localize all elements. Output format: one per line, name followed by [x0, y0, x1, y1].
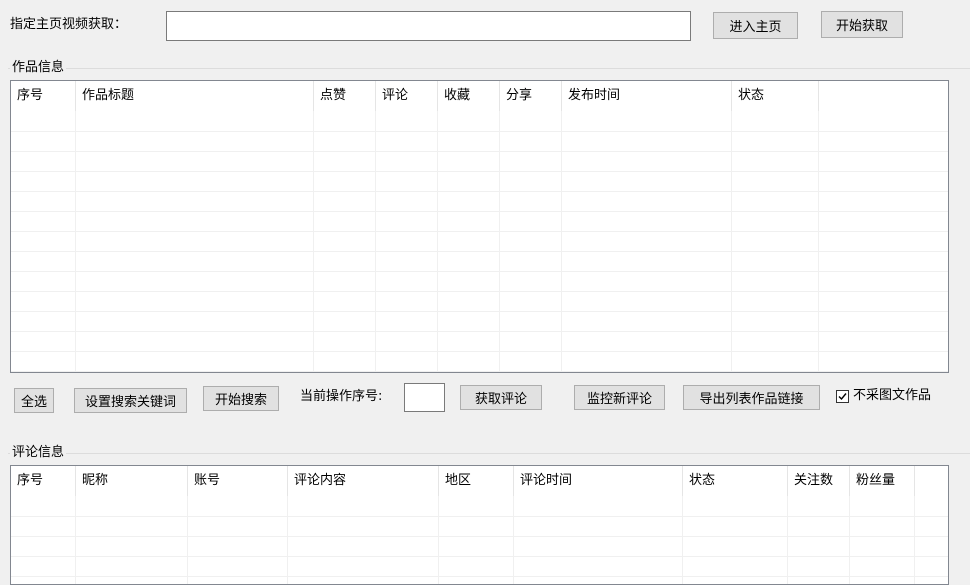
grid-column-line	[287, 496, 288, 584]
works-col-title[interactable]: 作品标题	[76, 81, 314, 111]
grid-row-line	[11, 351, 948, 352]
works-col-favorites[interactable]: 收藏	[438, 81, 500, 111]
grid-column-line	[513, 496, 514, 584]
works-col-shares[interactable]: 分享	[500, 81, 562, 111]
works-list-header: 序号 作品标题 点赞 评论 收藏 分享 发布时间 状态	[11, 81, 948, 111]
select-all-button[interactable]: 全选	[14, 388, 54, 413]
comments-group-frame	[8, 453, 970, 454]
skip-image-posts-checkbox[interactable]: 不采图文作品	[836, 388, 931, 404]
export-links-button[interactable]: 导出列表作品链接	[683, 385, 820, 410]
checkbox-check-icon[interactable]	[836, 389, 849, 403]
comments-col-nickname[interactable]: 昵称	[76, 466, 188, 496]
fetch-comments-button[interactable]: 获取评论	[460, 385, 542, 410]
comments-list-header: 序号 昵称 账号 评论内容 地区 评论时间 状态 关注数 粉丝量	[11, 466, 948, 496]
homepage-url-input[interactable]	[166, 11, 691, 41]
works-group-frame	[8, 68, 970, 69]
grid-column-line	[438, 496, 439, 584]
comments-group-title: 评论信息	[10, 445, 67, 461]
start-fetch-button[interactable]: 开始获取	[821, 11, 903, 38]
comments-col-status[interactable]: 状态	[683, 466, 788, 496]
comments-col-content[interactable]: 评论内容	[288, 466, 439, 496]
skip-image-posts-label: 不采图文作品	[853, 388, 932, 403]
comments-col-region[interactable]: 地区	[439, 466, 514, 496]
grid-row-line	[11, 251, 948, 252]
grid-row-line	[11, 371, 948, 372]
grid-row-line	[11, 291, 948, 292]
grid-row-line	[11, 211, 948, 212]
grid-row-line	[11, 516, 948, 517]
works-col-likes[interactable]: 点赞	[314, 81, 376, 111]
works-col-publish-time[interactable]: 发布时间	[562, 81, 732, 111]
grid-column-line	[914, 496, 915, 584]
works-col-status[interactable]: 状态	[732, 81, 819, 111]
grid-row-line	[11, 191, 948, 192]
current-index-input[interactable]	[404, 383, 445, 412]
comments-col-comment-time[interactable]: 评论时间	[514, 466, 683, 496]
comments-col-following[interactable]: 关注数	[788, 466, 850, 496]
grid-column-line	[787, 496, 788, 584]
grid-row-line	[11, 556, 948, 557]
grid-column-line	[187, 496, 188, 584]
grid-column-line	[75, 496, 76, 584]
grid-row-line	[11, 331, 948, 332]
grid-row-line	[11, 271, 948, 272]
works-col-index[interactable]: 序号	[11, 81, 76, 111]
grid-column-line	[849, 496, 850, 584]
grid-row-line	[11, 131, 948, 132]
homepage-url-label: 指定主页视频获取：	[10, 17, 128, 32]
grid-row-line	[11, 536, 948, 537]
works-col-comments[interactable]: 评论	[376, 81, 438, 111]
works-list[interactable]: 序号 作品标题 点赞 评论 收藏 分享 发布时间 状态	[10, 80, 949, 373]
works-group-title: 作品信息	[10, 60, 67, 76]
comments-col-followers[interactable]: 粉丝量	[850, 466, 915, 496]
comments-col-index[interactable]: 序号	[11, 466, 76, 496]
monitor-comments-button[interactable]: 监控新评论	[574, 385, 665, 410]
enter-homepage-button[interactable]: 进入主页	[713, 12, 798, 39]
comments-list[interactable]: 序号 昵称 账号 评论内容 地区 评论时间 状态 关注数 粉丝量	[10, 465, 949, 585]
start-search-button[interactable]: 开始搜索	[203, 386, 279, 411]
grid-column-line	[682, 496, 683, 584]
comments-col-account[interactable]: 账号	[188, 466, 288, 496]
grid-row-line	[11, 231, 948, 232]
grid-row-line	[11, 151, 948, 152]
grid-row-line	[11, 171, 948, 172]
grid-row-line	[11, 576, 948, 577]
current-index-label: 当前操作序号:	[300, 389, 383, 404]
grid-row-line	[11, 311, 948, 312]
set-keywords-button[interactable]: 设置搜索关键词	[74, 388, 187, 413]
